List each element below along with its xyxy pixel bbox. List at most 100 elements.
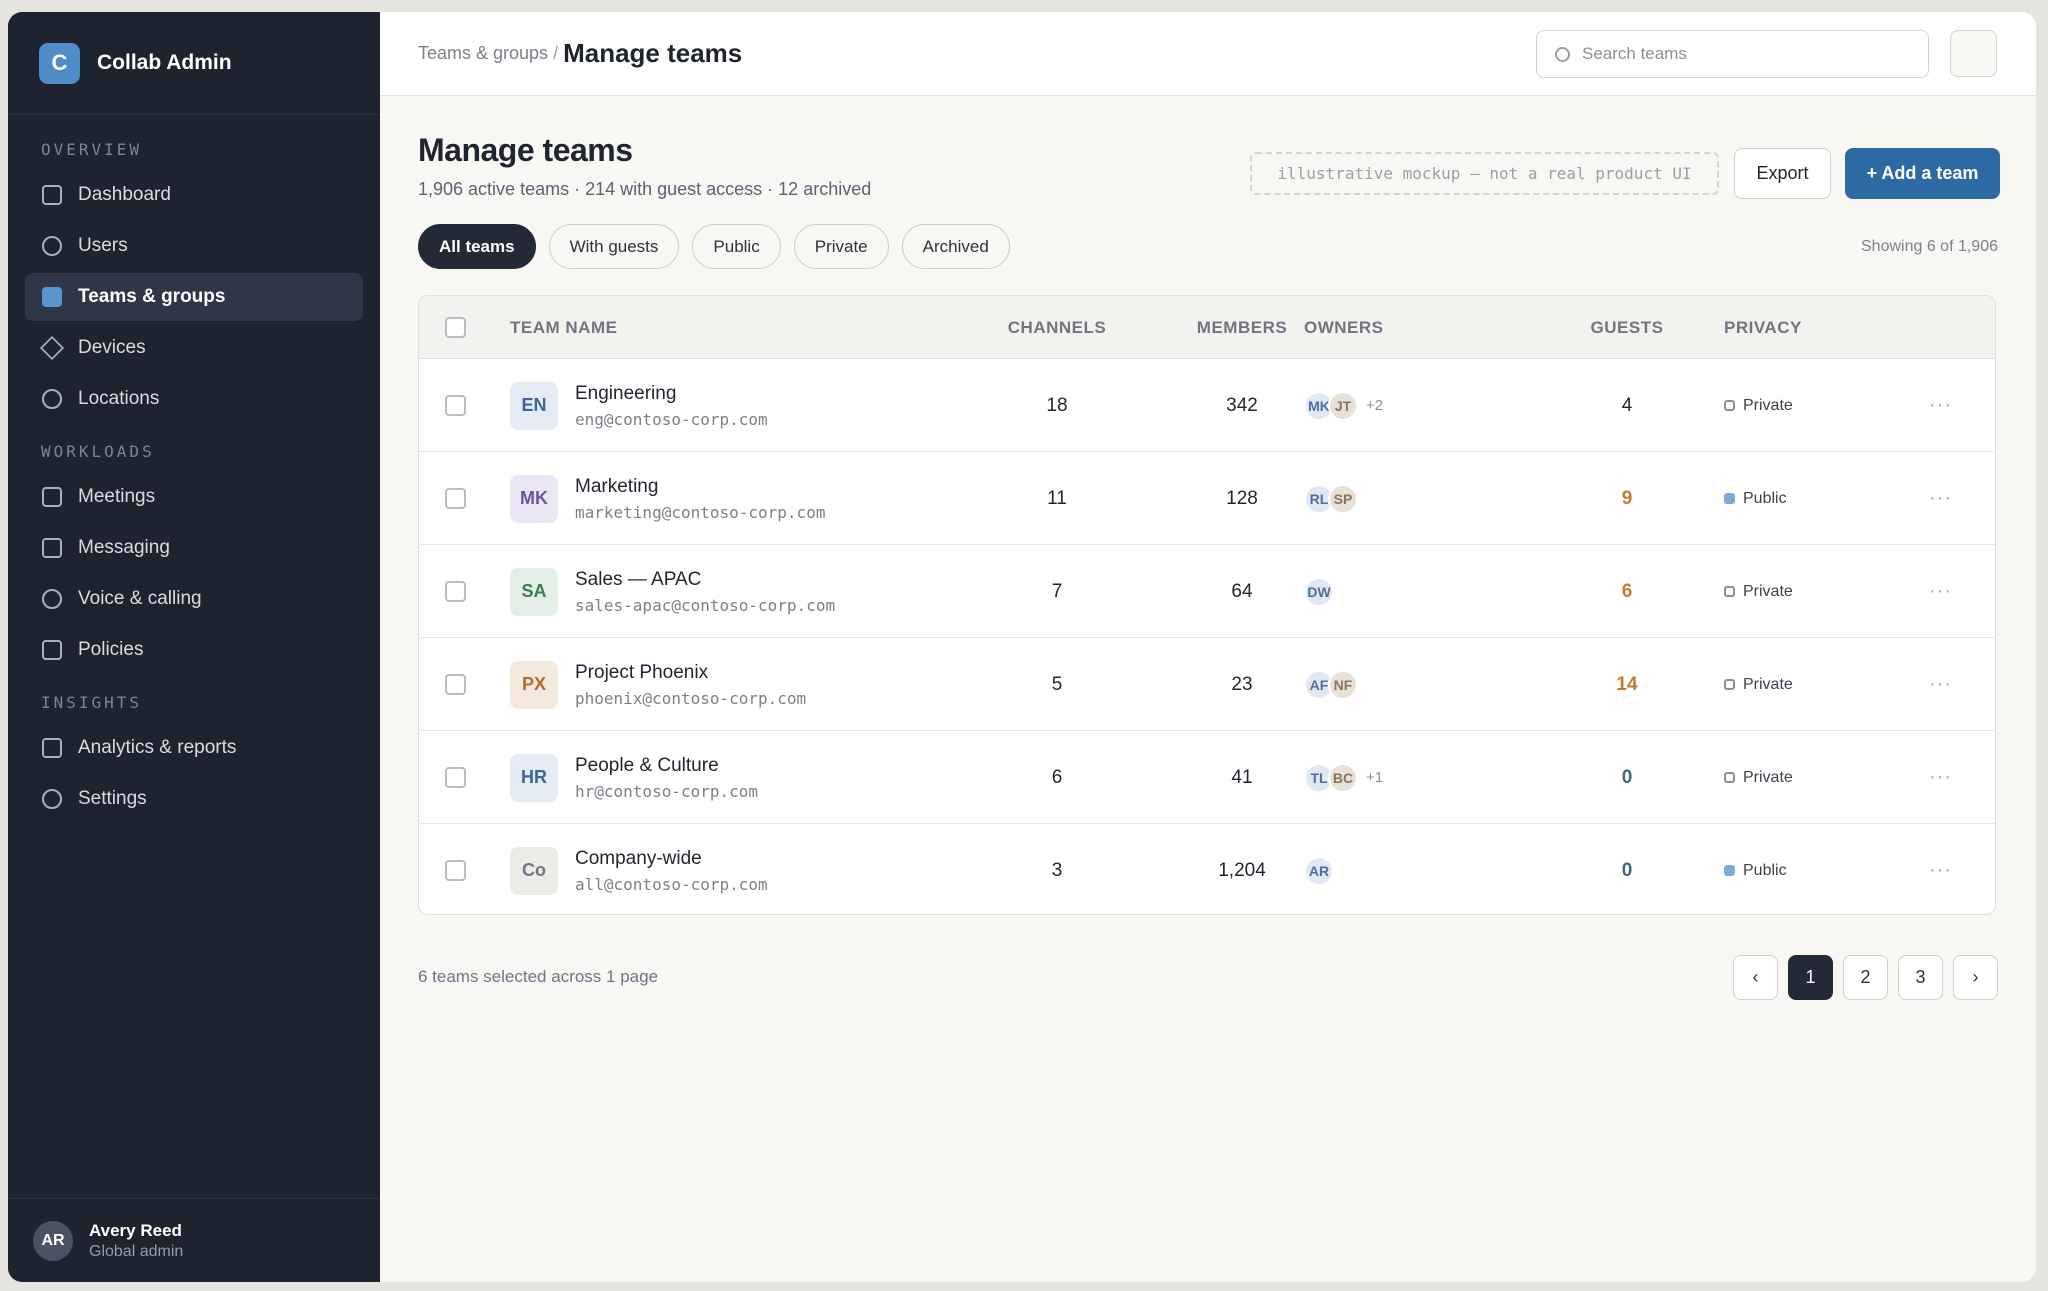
row-select-cell — [445, 731, 466, 824]
next-page-button[interactable]: › — [1953, 955, 1998, 1000]
prev-page-button[interactable]: ‹ — [1733, 955, 1778, 1000]
channels-count: 18 — [1046, 394, 1068, 416]
team-name[interactable]: People & Culture — [575, 755, 758, 777]
team-cell: EN Engineering eng@contoso-corp.com — [510, 359, 768, 452]
row-checkbox[interactable] — [445, 488, 466, 509]
avatar: AR — [33, 1220, 73, 1261]
sidebar-item-label: Meetings — [78, 486, 156, 507]
more-options-icon[interactable]: ··· — [1929, 452, 1952, 545]
square-icon — [42, 738, 62, 758]
search-input[interactable] — [1582, 44, 1902, 64]
row-select-cell — [445, 359, 466, 452]
square-icon — [42, 487, 62, 507]
col-guests[interactable]: GUESTS — [1539, 296, 1715, 359]
row-checkbox[interactable] — [445, 767, 466, 788]
sidebar-item-settings[interactable]: Settings — [25, 775, 363, 823]
team-info: People & Culture hr@contoso-corp.com — [575, 755, 758, 801]
filter-archived[interactable]: Archived — [901, 224, 1010, 269]
topbar-action-button[interactable] — [1950, 30, 1997, 77]
teams-table: TEAM NAME CHANNELS MEMBERS OWNERS GUESTS… — [418, 295, 1996, 915]
more-options-icon[interactable]: ··· — [1929, 731, 1952, 824]
filter-private[interactable]: Private — [793, 224, 889, 269]
sidebar: C Collab Admin OVERVIEW Dashboard Users Tea… — [8, 12, 380, 1282]
sidebar-item-meetings[interactable]: Meetings — [25, 473, 363, 521]
team-email: marketing@contoso-corp.com — [575, 502, 826, 522]
table-row[interactable]: MK Marketing marketing@contoso-corp.com 11 1… — [419, 452, 1995, 545]
owners-more-count[interactable]: +2 — [1366, 397, 1383, 414]
row-checkbox[interactable] — [445, 581, 466, 602]
owners-more-count[interactable]: +1 — [1366, 769, 1383, 786]
sidebar-item-policies[interactable]: Policies — [25, 626, 363, 674]
col-privacy[interactable]: PRIVACY — [1724, 296, 1802, 359]
table-row[interactable]: Co Company-wide all@contoso-corp.com 3 1,204… — [419, 824, 1995, 914]
sidebar-item-users[interactable]: Users — [25, 222, 363, 270]
sidebar-item-dashboard[interactable]: Dashboard — [25, 171, 363, 219]
team-name[interactable]: Project Phoenix — [575, 662, 806, 684]
team-avatar: HR — [510, 753, 558, 802]
page-2-button[interactable]: 2 — [1843, 955, 1888, 1000]
owners-cell: AR — [1304, 824, 1334, 914]
owner-avatar[interactable]: SP — [1328, 483, 1358, 514]
page-1-button[interactable]: 1 — [1788, 955, 1833, 1000]
team-email: hr@contoso-corp.com — [575, 781, 759, 801]
team-name[interactable]: Company-wide — [575, 848, 768, 870]
team-cell: PX Project Phoenix phoenix@contoso-corp.co… — [510, 638, 806, 731]
team-email: eng@contoso-corp.com — [575, 409, 768, 429]
team-email: sales-apac@contoso-corp.com — [575, 595, 836, 615]
page-3-button[interactable]: 3 — [1898, 955, 1943, 1000]
more-options-icon[interactable]: ··· — [1929, 824, 1952, 914]
col-owners[interactable]: OWNERS — [1304, 296, 1384, 359]
export-button[interactable]: Export — [1734, 148, 1831, 199]
square-icon — [42, 640, 62, 660]
channels-count: 11 — [1047, 487, 1067, 509]
sidebar-item-locations[interactable]: Locations — [25, 375, 363, 423]
privacy-cell: Public — [1724, 452, 1787, 545]
user-card[interactable]: AR Avery Reed Global admin — [8, 1198, 380, 1282]
owner-avatar[interactable]: NF — [1328, 669, 1358, 700]
col-channels[interactable]: CHANNELS — [969, 296, 1145, 359]
row-checkbox[interactable] — [445, 674, 466, 695]
privacy-cell: Private — [1724, 638, 1793, 731]
sidebar-item-devices[interactable]: Devices — [25, 324, 363, 372]
team-name[interactable]: Sales — APAC — [575, 569, 835, 591]
filter-public[interactable]: Public — [692, 224, 781, 269]
diamond-icon — [39, 335, 65, 361]
table-row[interactable]: SA Sales — APAC sales-apac@contoso-corp.co… — [419, 545, 1995, 638]
table-row[interactable]: HR People & Culture hr@contoso-corp.com 6 41… — [419, 731, 1995, 824]
team-name[interactable]: Engineering — [575, 383, 768, 405]
row-checkbox[interactable] — [445, 395, 466, 416]
owner-avatar[interactable]: BC — [1328, 762, 1358, 793]
sidebar-item-analytics-reports[interactable]: Analytics & reports — [25, 724, 363, 772]
filter-with-guests[interactable]: With guests — [548, 224, 680, 269]
select-all-checkbox[interactable] — [445, 317, 466, 338]
team-info: Marketing marketing@contoso-corp.com — [575, 476, 825, 522]
guests-count: 0 — [1621, 766, 1633, 788]
owner-avatar[interactable]: JT — [1328, 390, 1358, 421]
col-team-name[interactable]: TEAM NAME — [510, 296, 617, 359]
breadcrumb-parent[interactable]: Teams & groups — [418, 43, 548, 64]
mockup-note: illustrative mockup — not a real product… — [1250, 152, 1719, 195]
search-box[interactable] — [1536, 30, 1929, 78]
team-name[interactable]: Marketing — [575, 476, 825, 498]
add-team-button[interactable]: + Add a team — [1845, 148, 2000, 199]
team-info: Project Phoenix phoenix@contoso-corp.com — [575, 662, 806, 708]
more-options-icon[interactable]: ··· — [1929, 638, 1952, 731]
table-row[interactable]: EN Engineering eng@contoso-corp.com 18 342 MK… — [419, 359, 1995, 452]
row-checkbox[interactable] — [445, 860, 466, 881]
channels-count: 7 — [1051, 580, 1063, 602]
square-icon — [42, 538, 62, 558]
sidebar-item-messaging[interactable]: Messaging — [25, 524, 363, 572]
nav-section-workloads: WORKLOADS — [41, 441, 155, 461]
more-options-icon[interactable]: ··· — [1929, 359, 1952, 452]
table-row[interactable]: PX Project Phoenix phoenix@contoso-corp.co… — [419, 638, 1995, 731]
team-avatar: EN — [510, 381, 558, 430]
filter-all-teams[interactable]: All teams — [418, 224, 536, 269]
team-avatar: SA — [510, 567, 558, 616]
owner-avatar[interactable]: DW — [1304, 576, 1334, 607]
owner-avatar[interactable]: AR — [1304, 855, 1334, 886]
sidebar-item-voice-calling[interactable]: Voice & calling — [25, 575, 363, 623]
sidebar-item-teams-groups[interactable]: Teams & groups — [25, 273, 363, 321]
guests-count: 6 — [1621, 580, 1633, 602]
more-options-icon[interactable]: ··· — [1929, 545, 1952, 638]
team-info: Sales — APAC sales-apac@contoso-corp.com — [575, 569, 835, 615]
